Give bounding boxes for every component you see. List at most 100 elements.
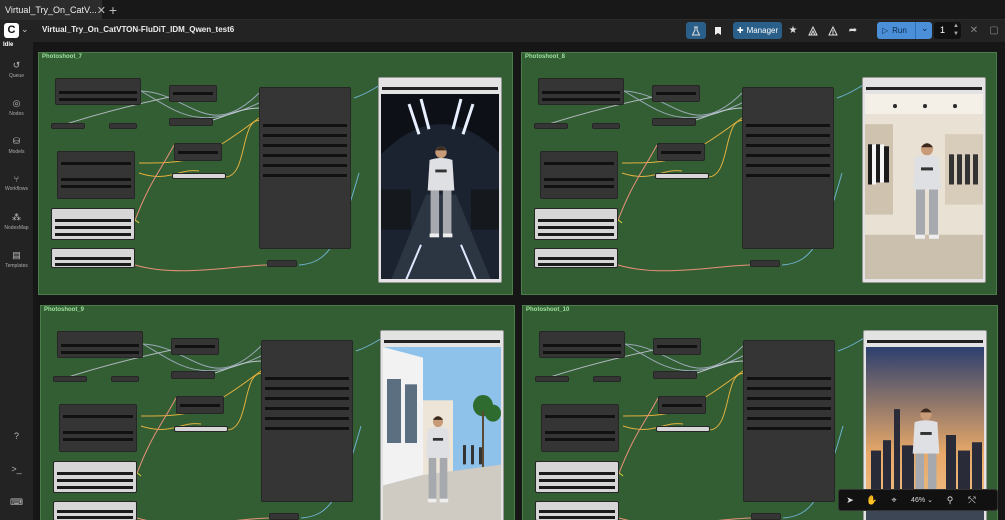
widget-field[interactable] (539, 486, 615, 489)
close-tab-icon[interactable]: ✕ (97, 4, 106, 17)
widget-field[interactable] (539, 479, 615, 482)
widget-field[interactable] (747, 427, 831, 430)
preview-link-node[interactable] (269, 513, 299, 520)
group-2[interactable]: Photoshoot_8 (521, 52, 997, 295)
group-1[interactable]: Photoshoot_7 (38, 52, 513, 295)
text-node[interactable] (51, 248, 135, 268)
string-node[interactable] (655, 173, 709, 179)
string-node[interactable] (172, 173, 226, 179)
widget-field[interactable] (747, 377, 831, 380)
widget-field[interactable] (539, 472, 615, 475)
int-node-b[interactable] (593, 376, 621, 382)
widget-field[interactable] (747, 407, 831, 410)
widget-field[interactable] (265, 427, 349, 430)
widget-field[interactable] (55, 233, 131, 236)
widget-field[interactable] (63, 431, 133, 434)
widget-field[interactable] (263, 124, 347, 127)
widget-field[interactable] (263, 154, 347, 157)
select-tool-icon[interactable]: ➤ (839, 491, 861, 509)
widget-field[interactable] (61, 344, 139, 347)
widget-field[interactable] (263, 174, 347, 177)
widget-field[interactable] (59, 98, 137, 101)
terminal-button[interactable]: >_ (0, 464, 33, 476)
widget-field[interactable] (746, 134, 830, 137)
widget-field[interactable] (61, 178, 131, 181)
manager-button[interactable]: ✚ Manager (733, 22, 782, 39)
flask-icon[interactable] (686, 22, 706, 39)
sampler-node[interactable] (743, 340, 835, 502)
widget-field[interactable] (656, 92, 696, 95)
chevron-down-icon[interactable]: ⌄ (21, 24, 29, 35)
widget-field[interactable] (538, 233, 614, 236)
resize-node[interactable] (658, 396, 706, 414)
group-title[interactable]: Photoshoot_10 (526, 307, 569, 313)
image-preview-node[interactable] (862, 77, 986, 283)
param-node-a[interactable] (652, 85, 700, 102)
preview-link-node[interactable] (751, 513, 781, 520)
widget-field[interactable] (265, 387, 349, 390)
widget-field[interactable] (545, 431, 615, 434)
preview-link-node[interactable] (267, 260, 297, 267)
widget-field[interactable] (539, 516, 615, 519)
widget-field[interactable] (61, 185, 131, 188)
load-image-node[interactable] (55, 78, 141, 105)
mask-node[interactable] (540, 151, 618, 199)
widget-field[interactable] (265, 417, 349, 420)
widget-field[interactable] (263, 144, 347, 147)
widget-field[interactable] (57, 516, 133, 519)
widget-field[interactable] (542, 91, 620, 94)
stepper-icon[interactable]: ▲ ▼ (953, 22, 959, 38)
widget-field[interactable] (662, 404, 702, 407)
mountain-icon[interactable] (803, 22, 823, 39)
mask-node[interactable] (541, 404, 619, 452)
widget-field[interactable] (544, 185, 614, 188)
text-node[interactable] (535, 501, 619, 520)
sidebar-item-queue[interactable]: ↺ Queue (0, 60, 33, 79)
help-button[interactable]: ? (0, 431, 33, 443)
widget-field[interactable] (543, 351, 621, 354)
sampler-node[interactable] (742, 87, 834, 249)
widget-field[interactable] (61, 351, 139, 354)
int-node-a[interactable] (53, 376, 87, 382)
widget-field[interactable] (747, 387, 831, 390)
sampler-node[interactable] (259, 87, 351, 249)
int-node-c[interactable] (653, 371, 697, 379)
hand-tool-icon[interactable]: ✋ (861, 491, 883, 509)
prompt-node[interactable] (535, 461, 619, 493)
widget-field[interactable] (55, 257, 131, 260)
sidebar-item-workflows[interactable]: ⑂ Workflows (0, 174, 33, 192)
star-icon[interactable]: ★ (783, 22, 803, 39)
run-options-chevron-icon[interactable]: ⌄ (921, 23, 929, 34)
widget-field[interactable] (661, 151, 701, 154)
fit-view-icon[interactable]: ⌖ (883, 491, 905, 509)
zoom-level[interactable]: 46% ⌄ (905, 491, 939, 509)
cancel-icon[interactable]: ✕ (964, 22, 984, 39)
widget-field[interactable] (178, 151, 218, 154)
share-icon[interactable]: ➦ (843, 22, 863, 39)
text-node[interactable] (534, 248, 618, 268)
link-visibility-icon[interactable]: ⤲ (961, 491, 983, 509)
prompt-node[interactable] (53, 461, 137, 493)
widget-field[interactable] (57, 472, 133, 475)
prompt-node[interactable] (534, 208, 618, 240)
widget-field[interactable] (61, 162, 131, 165)
widget-field[interactable] (265, 407, 349, 410)
widget-field[interactable] (63, 415, 133, 418)
int-node-c[interactable] (169, 118, 213, 126)
widget-field[interactable] (746, 124, 830, 127)
resize-node[interactable] (657, 143, 705, 161)
queue-panel-icon[interactable]: ▢ (984, 22, 1004, 39)
widget-field[interactable] (544, 162, 614, 165)
widget-field[interactable] (746, 154, 830, 157)
graph-canvas[interactable]: Photoshoot_7 Photoshoot_8 Photoshoot_9 P… (33, 42, 1005, 520)
widget-field[interactable] (265, 397, 349, 400)
widget-field[interactable] (59, 91, 137, 94)
widget-field[interactable] (538, 263, 614, 266)
widget-field[interactable] (657, 345, 697, 348)
widget-field[interactable] (63, 438, 133, 441)
sidebar-item-nodes[interactable]: ◎ Nodes (0, 98, 33, 117)
widget-field[interactable] (538, 257, 614, 260)
group-title[interactable]: Photoshoot_8 (525, 54, 565, 60)
param-node-a[interactable] (171, 338, 219, 355)
widget-field[interactable] (539, 510, 615, 513)
